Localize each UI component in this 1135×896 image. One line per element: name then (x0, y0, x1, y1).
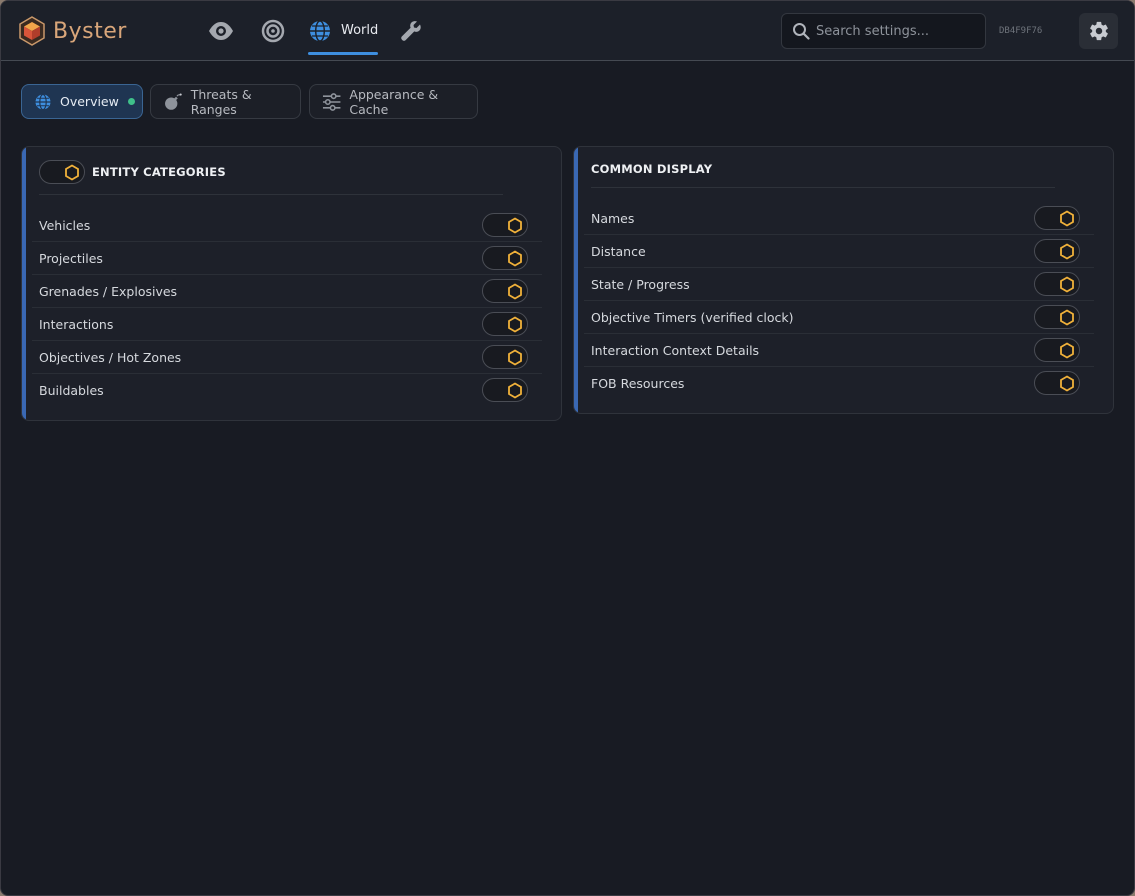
vehicles-toggle[interactable] (482, 213, 528, 237)
list-item: State / Progress (584, 268, 1094, 301)
hexagon-knob-icon (1058, 275, 1076, 293)
common-display-title: COMMON DISPLAY (591, 162, 713, 176)
list-item-label: Buildables (39, 383, 104, 398)
tab-threats-ranges[interactable]: Threats & Ranges (150, 84, 301, 119)
nav-world-label: World (341, 23, 379, 38)
list-item: Distance (584, 235, 1094, 268)
hexagon-knob-icon (506, 216, 524, 234)
nav-world-tab[interactable]: World (307, 17, 379, 55)
list-item: Objectives / Hot Zones (32, 341, 542, 374)
list-item: Vehicles (32, 209, 542, 242)
list-item-label: Names (591, 210, 635, 226)
bomb-icon (165, 93, 182, 110)
list-item: Interaction Context Details (584, 334, 1094, 367)
list-item: Projectiles (32, 242, 542, 275)
eye-icon (209, 22, 233, 40)
list-item-label: State / Progress (591, 276, 690, 292)
build-hash: DB4F9F76 (999, 26, 1043, 36)
panel-divider (591, 187, 1055, 188)
state-progress-toggle[interactable] (1034, 272, 1080, 296)
gear-icon (1089, 21, 1108, 41)
interaction-context-details-toggle[interactable] (1034, 338, 1080, 362)
nav-tools-button[interactable] (398, 18, 424, 44)
list-item-label: Interaction Context Details (591, 342, 760, 358)
nav-target-button[interactable] (260, 18, 286, 44)
list-item-label: Objective Timers (verified clock) (591, 309, 794, 325)
list-item-label: Projectiles (39, 250, 103, 266)
hexagon-knob-icon (506, 381, 524, 399)
fob-resources-toggle[interactable] (1034, 371, 1080, 395)
list-item: Grenades / Explosives (32, 275, 542, 308)
cube-logo-icon (19, 16, 45, 46)
projectiles-toggle[interactable] (482, 246, 528, 270)
list-item-label: Vehicles (39, 217, 91, 233)
app-logo: Byster (18, 15, 127, 47)
active-tab-indicator (308, 52, 378, 55)
globe-icon (35, 93, 51, 110)
list-item: Interactions (32, 308, 542, 341)
buildables-toggle[interactable] (482, 378, 528, 402)
tab-overview-label: Overview (60, 94, 119, 109)
list-item-label: Objectives / Hot Zones (39, 349, 182, 365)
list-item-label: Distance (591, 243, 646, 259)
entity-categories-master-toggle[interactable] (39, 160, 85, 184)
list-item: Names (584, 202, 1094, 235)
panel-divider (39, 194, 503, 195)
list-item-label: FOB Resources (591, 376, 685, 391)
hexagon-knob-icon (1058, 374, 1076, 392)
tab-appearance-cache[interactable]: Appearance & Cache (309, 84, 478, 119)
objectives-hot-zones-toggle[interactable] (482, 345, 528, 369)
list-item: FOB Resources (584, 367, 1094, 400)
list-item-label: Grenades / Explosives (39, 283, 178, 299)
names-toggle[interactable] (1034, 206, 1080, 230)
tab-appearance-cache-label: Appearance & Cache (349, 86, 439, 117)
distance-toggle[interactable] (1034, 239, 1080, 263)
tab-threats-ranges-label: Threats & Ranges (190, 86, 252, 117)
search-input[interactable] (816, 23, 976, 39)
hexagon-knob-icon (1058, 341, 1076, 359)
sliders-icon (322, 92, 341, 111)
grenades-explosives-toggle[interactable] (482, 279, 528, 303)
app-window: Byster World Search settings... DB4F9F76… (0, 0, 1135, 896)
list-item: Buildables (32, 374, 542, 407)
hexagon-knob-icon (63, 163, 81, 181)
hexagon-knob-icon (506, 249, 524, 267)
hexagon-knob-icon (506, 315, 524, 333)
objective-timers-toggle[interactable] (1034, 305, 1080, 329)
status-dot (127, 98, 135, 105)
app-name: Byster (53, 18, 127, 44)
target-icon (261, 19, 285, 43)
entity-categories-title: ENTITY CATEGORIES (92, 165, 226, 179)
common-display-panel: COMMON DISPLAY Names Distance State / Pr… (573, 146, 1114, 414)
tab-overview[interactable]: Overview (21, 84, 143, 119)
hexagon-knob-icon (1058, 308, 1076, 326)
list-item: Objective Timers (verified clock) (584, 301, 1094, 334)
hexagon-knob-icon (506, 282, 524, 300)
wrench-icon (401, 21, 421, 41)
hexagon-knob-icon (506, 348, 524, 366)
nav-eye-button[interactable] (208, 18, 234, 44)
hexagon-knob-icon (1058, 242, 1076, 260)
settings-button[interactable] (1079, 13, 1118, 49)
globe-icon (310, 20, 330, 42)
search-icon (793, 23, 810, 40)
panel-accent-bar (574, 147, 578, 413)
top-bar: Byster World Search settings... DB4F9F76 (1, 1, 1134, 61)
entity-categories-panel: ENTITY CATEGORIES Vehicles Projectiles G… (21, 146, 562, 421)
interactions-toggle[interactable] (482, 312, 528, 336)
list-item-label: Interactions (39, 316, 114, 332)
panel-accent-bar (22, 147, 26, 420)
search-box[interactable] (781, 13, 986, 49)
hexagon-knob-icon (1058, 209, 1076, 227)
